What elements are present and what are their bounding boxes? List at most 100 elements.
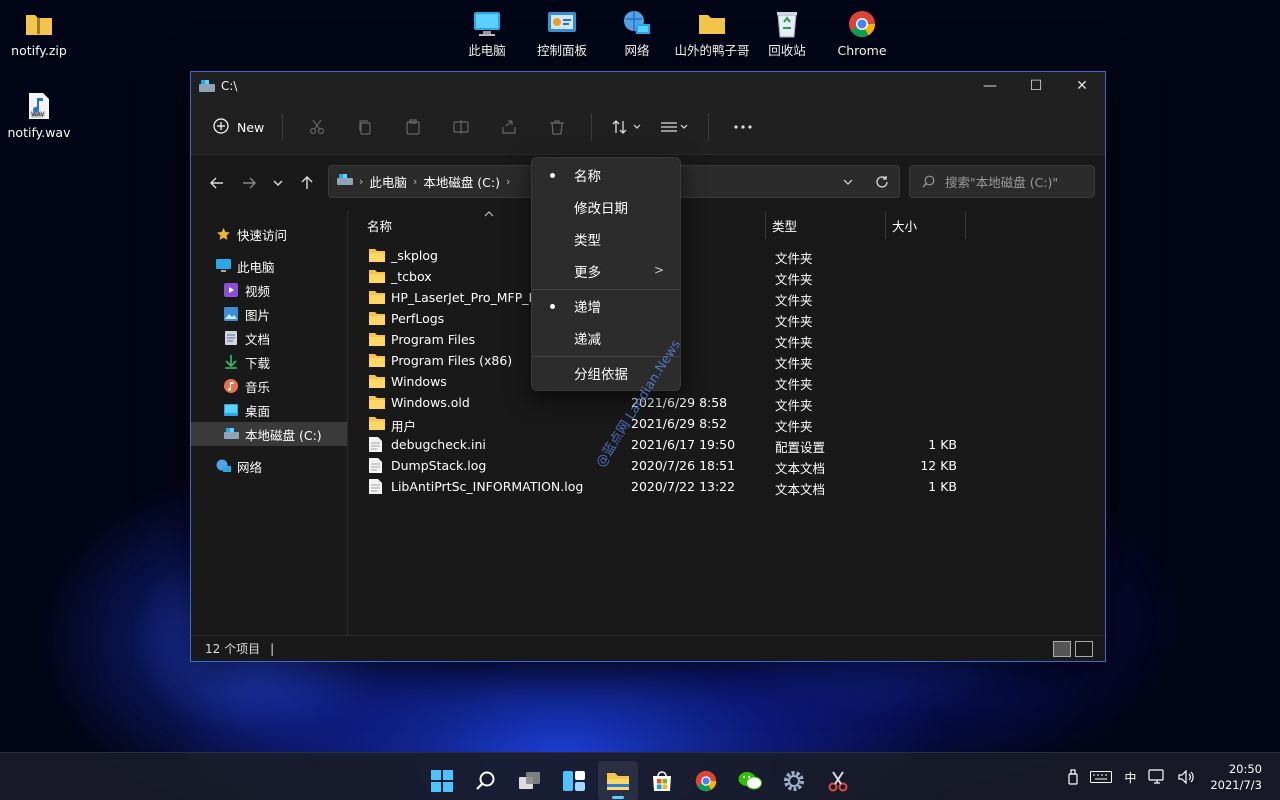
widgets-icon[interactable] (554, 761, 594, 800)
folder-icon (369, 353, 385, 367)
system-tray: 中 20:50 2021/7/3 (1062, 753, 1280, 800)
table-row[interactable]: 用户 2021/6/29 8:52 文件夹 (349, 413, 1105, 434)
recent-locations-button[interactable] (265, 167, 291, 199)
breadcrumb-separator-icon[interactable]: › (506, 175, 510, 188)
snipping-tool-icon[interactable] (818, 761, 858, 800)
chrome-icon[interactable] (686, 761, 726, 800)
drive-icon (337, 174, 353, 189)
column-header-type[interactable]: 类型 (766, 211, 886, 239)
menu-item-label: 名称 (574, 169, 601, 185)
minimize-button[interactable]: — (967, 72, 1013, 100)
table-row[interactable]: _tcbox6 10:57文件夹 (349, 266, 1105, 287)
input-method-indicator[interactable]: 中 (1124, 769, 1136, 786)
desktop-icon-control-panel[interactable]: 控制面板 (523, 8, 601, 58)
file-explorer-icon[interactable] (598, 761, 638, 800)
sidebar-item-desktop[interactable]: 桌面 (191, 398, 347, 422)
cut-button[interactable] (293, 111, 341, 143)
sidebar-item-pictures[interactable]: 图片 (191, 302, 347, 326)
store-icon[interactable] (642, 761, 682, 800)
rename-button[interactable] (437, 111, 485, 143)
sort-button[interactable] (602, 111, 650, 143)
menu-item-label: 修改日期 (574, 201, 628, 217)
breadcrumb-separator-icon[interactable]: › (359, 175, 363, 188)
table-row[interactable]: Program Files (x86)9 8:52文件夹 (349, 350, 1105, 371)
sidebar-item-downloads[interactable]: 下载 (191, 350, 347, 374)
computer-icon (471, 8, 503, 40)
forward-button[interactable] (233, 167, 265, 199)
sidebar-item-label: 视频 (245, 283, 271, 299)
start-icon[interactable] (422, 761, 462, 800)
view-button[interactable] (650, 111, 698, 143)
settings-icon[interactable] (774, 761, 814, 800)
clock[interactable]: 20:50 2021/7/3 (1210, 761, 1262, 793)
usb-icon[interactable] (1068, 769, 1078, 785)
large-icons-view-button[interactable] (1075, 641, 1093, 657)
sidebar-item-documents[interactable]: 文档 (191, 326, 347, 350)
desktop-icon (223, 402, 239, 418)
refresh-icon (876, 175, 888, 188)
paste-button[interactable] (389, 111, 437, 143)
new-button[interactable]: New (205, 111, 272, 143)
trash-icon (550, 120, 565, 135)
recycle-bin-icon (771, 8, 803, 40)
breadcrumb-local-disk[interactable]: 本地磁盘 (C:) (423, 172, 500, 191)
refresh-button[interactable] (865, 166, 899, 197)
desktop-icon-folder[interactable]: 山外的鸭子哥 (673, 8, 751, 58)
share-button[interactable] (485, 111, 533, 143)
sort-descending-item[interactable]: 递减 (532, 323, 680, 353)
desktop-icon-recycle-bin[interactable]: 回收站 (748, 8, 826, 58)
keyboard-icon[interactable] (1090, 771, 1113, 783)
sort-by-type-item[interactable]: 类型 (532, 224, 680, 254)
arrow-right-icon (243, 177, 256, 188)
file-type: 文本文档 (775, 482, 826, 497)
sidebar-item-this-pc[interactable]: 此电脑 (191, 254, 347, 278)
wechat-icon[interactable] (730, 761, 770, 800)
maximize-button[interactable]: ☐ (1013, 72, 1059, 100)
table-row[interactable]: debugcheck.ini 2021/6/17 19:50 配置设置 1 KB (349, 434, 1105, 455)
sort-by-name-item[interactable]: 名称 (532, 160, 680, 190)
volume-icon[interactable] (1178, 770, 1195, 784)
close-button[interactable]: ✕ (1059, 72, 1105, 100)
file-size: 12 KB (920, 458, 957, 473)
chevron-down-icon (843, 179, 853, 185)
address-history-button[interactable] (831, 166, 865, 197)
search-icon[interactable] (466, 761, 506, 800)
table-row[interactable]: LibAntiPrtSc_INFORMATION.log 2020/7/22 13… (349, 476, 1105, 497)
table-row[interactable]: Program Files9 8:52文件夹 (349, 329, 1105, 350)
table-row[interactable]: DumpStack.log 2020/7/26 18:51 文本文档 12 KB (349, 455, 1105, 476)
network-status-icon[interactable] (1148, 769, 1166, 785)
sidebar-item-quick-access[interactable]: 快速访问 (191, 222, 347, 246)
column-header-size[interactable]: 大小 (886, 211, 966, 239)
file-name: 用户 (391, 419, 417, 434)
sort-more-item[interactable]: 更多 > (532, 256, 680, 286)
table-row[interactable]: _skplog5 18:32文件夹 (349, 245, 1105, 266)
table-row[interactable]: HP_LaserJet_Pro_MFP_M15 9:01文件夹 (349, 287, 1105, 308)
sidebar-item-local-disk[interactable]: 本地磁盘 (C:) (191, 422, 347, 446)
title-bar[interactable]: C:\ — ☐ ✕ (191, 72, 1105, 100)
up-button[interactable] (291, 167, 323, 199)
table-row[interactable]: Windows.old 2021/6/29 8:58 文件夹 (349, 392, 1105, 413)
desktop-icon-this-pc[interactable]: 此电脑 (448, 8, 526, 58)
breadcrumb-separator-icon[interactable]: › (413, 175, 417, 188)
sort-by-date-item[interactable]: 修改日期 (532, 192, 680, 222)
table-row[interactable]: PerfLogs20:10文件夹 (349, 308, 1105, 329)
table-row[interactable]: Windows9 8:57文件夹 (349, 371, 1105, 392)
sidebar-item-network[interactable]: 网络 (191, 454, 347, 478)
desktop-icon-network[interactable]: 网络 (598, 8, 676, 58)
desktop-icon-notify-zip[interactable]: notify.zip (0, 8, 78, 58)
breadcrumb-this-pc[interactable]: 此电脑 (369, 172, 407, 191)
desktop-icon-notify-wav[interactable]: WAV notify.wav (0, 90, 78, 140)
copy-icon (359, 120, 371, 135)
desktop-icon-chrome[interactable]: Chrome (823, 8, 901, 58)
more-options-button[interactable] (719, 111, 767, 143)
back-button[interactable] (201, 167, 233, 199)
sidebar-item-videos[interactable]: 视频 (191, 278, 347, 302)
sidebar-item-music[interactable]: 音乐 (191, 374, 347, 398)
delete-button[interactable] (533, 111, 581, 143)
task-view-icon[interactable] (510, 761, 550, 800)
search-box[interactable]: 搜索"本地磁盘 (C:)" (909, 165, 1095, 198)
sort-ascending-item[interactable]: 递增 (532, 291, 680, 321)
folder-icon (369, 416, 385, 430)
copy-button[interactable] (341, 111, 389, 143)
details-view-button[interactable] (1053, 641, 1071, 657)
